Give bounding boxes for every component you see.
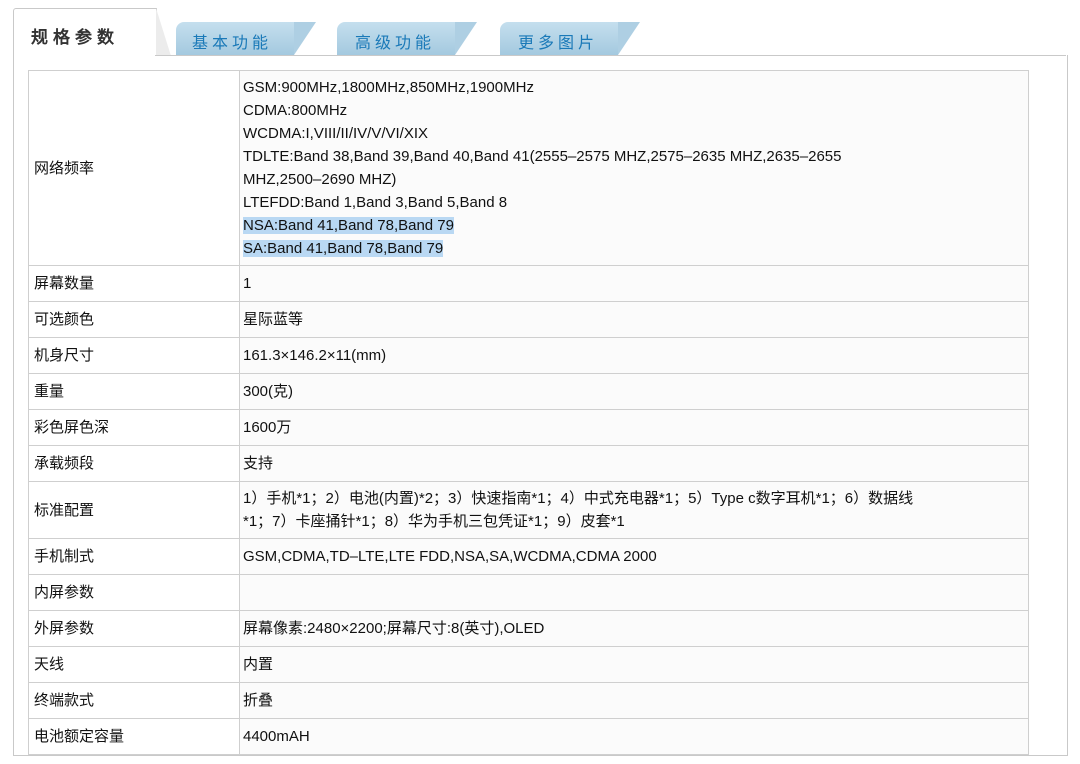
spec-label: 天线	[28, 646, 240, 683]
network-line-sa: SA:Band 41,Band 78,Band 79	[243, 240, 444, 257]
spec-value: 星际蓝等	[239, 301, 1029, 338]
spec-row-color-depth: 彩色屏色深 1600万	[28, 409, 1029, 446]
spec-row-network-frequency: 网络频率 GSM:900MHz,1800MHz,850MHz,1900MHz C…	[28, 70, 1029, 266]
spec-value: 折叠	[239, 682, 1029, 719]
spec-label: 外屏参数	[28, 610, 240, 647]
network-line-ltefdd: LTEFDD:Band 1,Band 3,Band 5,Band 8	[243, 194, 508, 211]
spec-value: GSM,CDMA,TD–LTE,LTE FDD,NSA,SA,WCDMA,CDM…	[239, 538, 1029, 575]
spec-row-standard-config: 标准配置 1）手机*1；2）电池(内置)*2；3）快速指南*1；4）中式充电器*…	[28, 481, 1029, 539]
spec-label: 承载频段	[28, 445, 240, 482]
spec-row-inner-screen: 内屏参数	[28, 574, 1029, 611]
spec-value: 支持	[239, 445, 1029, 482]
spec-value: 1	[239, 265, 1029, 302]
spec-row-colors: 可选颜色 星际蓝等	[28, 301, 1029, 338]
network-line-nsa: NSA:Band 41,Band 78,Band 79	[243, 217, 454, 234]
spec-value: 161.3×146.2×11(mm)	[239, 337, 1029, 374]
spec-value: 4400mAH	[239, 718, 1029, 755]
tab-basic-functions[interactable]: 基本功能	[176, 22, 316, 55]
spec-value: 内置	[239, 646, 1029, 683]
spec-row-weight: 重量 300(克)	[28, 373, 1029, 410]
tab-advanced-functions-label: 高级功能	[355, 33, 436, 52]
config-line-1: 1）手机*1；2）电池(内置)*2；3）快速指南*1；4）中式充电器*1；5）T…	[243, 490, 914, 507]
spec-label: 手机制式	[28, 538, 240, 575]
spec-row-terminal-style: 终端款式 折叠	[28, 682, 1029, 719]
spec-value: GSM:900MHz,1800MHz,850MHz,1900MHz CDMA:8…	[239, 70, 1029, 266]
network-line-tdlte-cont: MHZ,2500–2690 MHZ)	[243, 171, 397, 188]
tab-more-images-label: 更多图片	[518, 33, 599, 52]
spec-label: 可选颜色	[28, 301, 240, 338]
frame-divider	[155, 55, 1066, 56]
network-line-wcdma: WCDMA:I,VIII/II/IV/V/VI/XIX	[243, 125, 429, 142]
spec-label: 机身尺寸	[28, 337, 240, 374]
network-line-gsm: GSM:900MHz,1800MHz,850MHz,1900MHz	[243, 79, 534, 96]
spec-label: 屏幕数量	[28, 265, 240, 302]
spec-row-outer-screen: 外屏参数 屏幕像素:2480×2200;屏幕尺寸:8(英寸),OLED	[28, 610, 1029, 647]
network-line-tdlte: TDLTE:Band 38,Band 39,Band 40,Band 41(25…	[243, 148, 842, 165]
spec-label: 内屏参数	[28, 574, 240, 611]
spec-row-network-standard: 手机制式 GSM,CDMA,TD–LTE,LTE FDD,NSA,SA,WCDM…	[28, 538, 1029, 575]
spec-value: 1）手机*1；2）电池(内置)*2；3）快速指南*1；4）中式充电器*1；5）T…	[239, 481, 1029, 539]
spec-row-battery-capacity: 电池额定容量 4400mAH	[28, 718, 1029, 755]
spec-value: 屏幕像素:2480×2200;屏幕尺寸:8(英寸),OLED	[239, 610, 1029, 647]
spec-value: 300(克)	[239, 373, 1029, 410]
spec-row-antenna: 天线 内置	[28, 646, 1029, 683]
tab-specs[interactable]: 规格参数	[13, 8, 171, 56]
spec-table: 网络频率 GSM:900MHz,1800MHz,850MHz,1900MHz C…	[28, 70, 1029, 755]
spec-label: 标准配置	[28, 481, 240, 539]
spec-value: 1600万	[239, 409, 1029, 446]
spec-label: 重量	[28, 373, 240, 410]
spec-row-carrier-bands: 承载频段 支持	[28, 445, 1029, 482]
spec-label: 网络频率	[28, 70, 240, 266]
network-line-cdma: CDMA:800MHz	[243, 102, 348, 119]
tab-basic-functions-label: 基本功能	[192, 33, 273, 52]
tab-more-images[interactable]: 更多图片	[500, 22, 640, 55]
spec-row-screen-count: 屏幕数量 1	[28, 265, 1029, 302]
spec-label: 终端款式	[28, 682, 240, 719]
spec-value	[239, 574, 1029, 611]
spec-row-dimensions: 机身尺寸 161.3×146.2×11(mm)	[28, 337, 1029, 374]
spec-label: 电池额定容量	[28, 718, 240, 755]
tab-advanced-functions[interactable]: 高级功能	[337, 22, 477, 55]
config-line-2: *1；7）卡座捅针*1；8）华为手机三包凭证*1；9）皮套*1	[243, 513, 625, 530]
spec-label: 彩色屏色深	[28, 409, 240, 446]
tab-bar: 规格参数 基本功能 高级功能 更多图片	[13, 8, 1066, 58]
tab-specs-label: 规格参数	[31, 28, 119, 48]
